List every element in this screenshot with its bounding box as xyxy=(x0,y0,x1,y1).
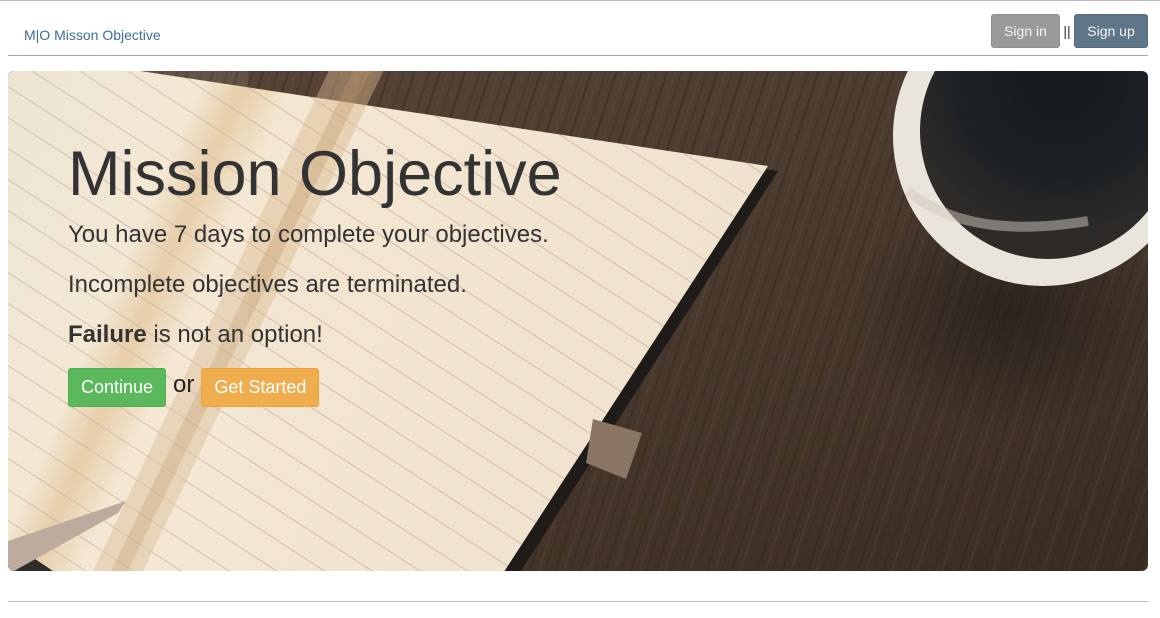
brand-link[interactable]: M|O Misson Objective xyxy=(24,27,161,43)
failure-bold-text: Failure xyxy=(68,321,147,348)
cta-row: Continue or Get Started xyxy=(68,368,320,407)
nav-separator: || xyxy=(1063,23,1071,39)
hero-line-terminated: Incomplete objectives are terminated. xyxy=(68,271,467,298)
sign-in-button[interactable]: Sign in xyxy=(991,14,1060,48)
hero-title: Mission Objective xyxy=(68,139,562,209)
or-text: or xyxy=(173,370,195,398)
get-started-button[interactable]: Get Started xyxy=(201,368,320,407)
navbar: M|O Misson Objective Sign in || Sign up xyxy=(8,1,1148,56)
failure-rest-text: is not an option! xyxy=(146,321,323,348)
auth-buttons: Sign in || Sign up xyxy=(991,14,1148,48)
hero-jumbotron: Mission Objective You have 7 days to com… xyxy=(8,71,1148,571)
footer-divider xyxy=(8,601,1148,602)
continue-button[interactable]: Continue xyxy=(68,368,166,407)
sign-up-button[interactable]: Sign up xyxy=(1074,14,1148,48)
hero-line-failure: Failure is not an option! xyxy=(68,320,323,350)
hero-line-days: You have 7 days to complete your objecti… xyxy=(68,221,549,248)
